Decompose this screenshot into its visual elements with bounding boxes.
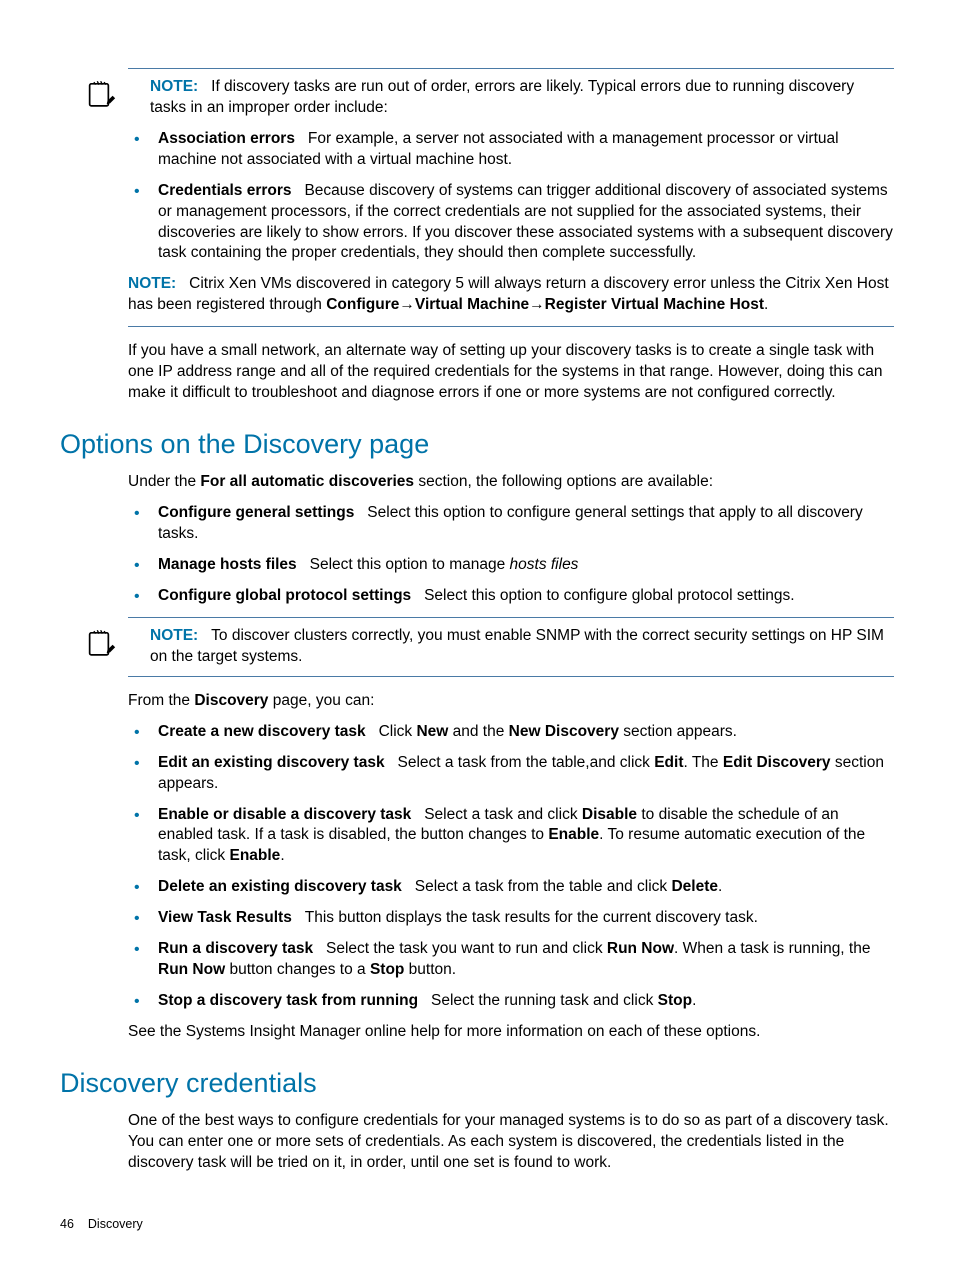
list-item: View Task Results This button displays t… <box>128 908 894 929</box>
options-list: Configure general settings Select this o… <box>128 503 894 607</box>
note-icon <box>82 626 116 660</box>
actions-list: Create a new discovery task Click New an… <box>128 722 894 1012</box>
note-xen: NOTE: Citrix Xen VMs discovered in categ… <box>128 274 894 316</box>
list-item: Manage hosts files Select this option to… <box>128 555 894 576</box>
footer-chapter: Discovery <box>88 1217 143 1231</box>
list-item: Enable or disable a discovery task Selec… <box>128 805 894 868</box>
list-item: Configure general settings Select this o… <box>128 503 894 545</box>
list-item: Run a discovery task Select the task you… <box>128 939 894 981</box>
list-item: Association errors For example, a server… <box>128 129 894 171</box>
note-icon <box>82 77 116 111</box>
note-label: NOTE: <box>150 78 198 95</box>
list-item: Stop a discovery task from running Selec… <box>128 991 894 1012</box>
list-item: Create a new discovery task Click New an… <box>128 722 894 743</box>
page-number: 46 <box>60 1217 74 1231</box>
from-discovery: From the Discovery page, you can: <box>128 691 894 712</box>
note-cluster-text: To discover clusters correctly, you must… <box>150 627 884 665</box>
list-item: Credentials errors Because discovery of … <box>128 181 894 265</box>
page-footer: 46 Discovery <box>60 1217 143 1231</box>
heading-options: Options on the Discovery page <box>60 426 894 462</box>
list-item: Configure global protocol settings Selec… <box>128 586 894 607</box>
options-intro: Under the For all automatic discoveries … <box>128 472 894 493</box>
creds-para: One of the best ways to configure creden… <box>128 1111 894 1174</box>
heading-credentials: Discovery credentials <box>60 1065 894 1101</box>
note-block-top: NOTE: If discovery tasks are run out of … <box>60 77 894 119</box>
note-top-text: If discovery tasks are run out of order,… <box>150 78 854 116</box>
list-item: Delete an existing discovery task Select… <box>128 877 894 898</box>
list-item: Edit an existing discovery task Select a… <box>128 753 894 795</box>
small-network-para: If you have a small network, an alternat… <box>128 341 894 404</box>
error-list: Association errors For example, a server… <box>128 129 894 265</box>
note-block-cluster: NOTE: To discover clusters correctly, yo… <box>60 626 894 668</box>
see-more: See the Systems Insight Manager online h… <box>128 1022 894 1043</box>
